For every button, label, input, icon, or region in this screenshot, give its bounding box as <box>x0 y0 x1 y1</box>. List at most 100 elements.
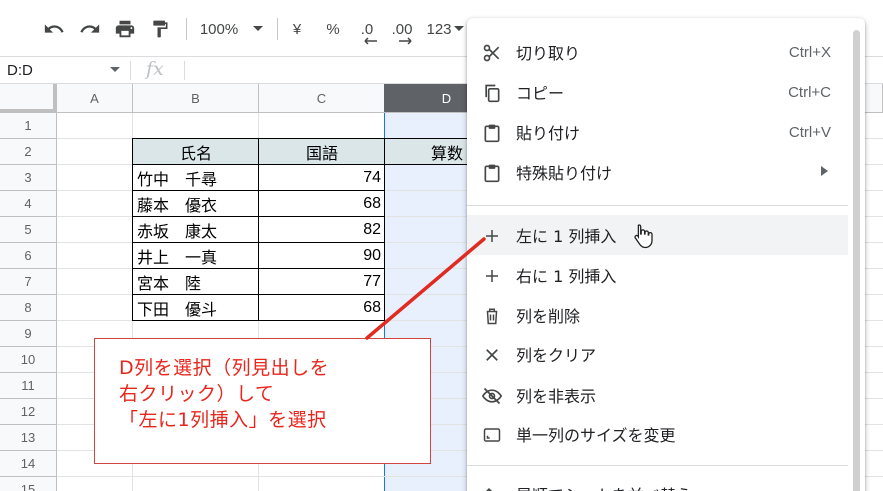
plus-icon <box>481 265 503 287</box>
caret-down-icon <box>110 67 120 72</box>
annotation-callout: D列を選択（列見出しを 右クリック）して 「左に1列挿入」を選択 <box>94 338 431 464</box>
row-header-14[interactable]: 14 <box>0 451 57 477</box>
select-all-corner[interactable] <box>0 84 57 113</box>
menu-item-5[interactable]: 右に 1 列挿入 <box>467 255 848 295</box>
more-formats-button[interactable]: 123 <box>424 14 454 44</box>
row-header-5[interactable]: 5 <box>0 217 57 243</box>
menu-item-label: 左に 1 列挿入 <box>516 227 617 246</box>
context-menu: 切り取り Ctrl+X コピー Ctrl+C 貼り付け Ctrl+V 特殊貼り付け 左に 1 … <box>467 18 865 491</box>
row-header-6[interactable]: 6 <box>0 243 57 269</box>
menu-item-7[interactable]: 列をクリア <box>467 334 848 374</box>
menu-item-2[interactable]: 貼り付け Ctrl+V <box>467 112 848 152</box>
menu-item-1[interactable]: コピー Ctrl+C <box>467 72 848 112</box>
menu-item-label: 昇順でシートを並べ替え <box>516 482 692 491</box>
row-header-4[interactable]: 4 <box>0 191 57 217</box>
scissors-icon <box>481 42 503 64</box>
close-icon <box>481 344 503 366</box>
row-header-7[interactable]: 7 <box>0 269 57 295</box>
menu-item-label: 右に 1 列挿入 <box>516 267 617 286</box>
row-header-8[interactable]: 8 <box>0 295 57 321</box>
table-border <box>132 138 484 139</box>
menu-item-label: 特殊貼り付け <box>516 164 613 183</box>
arrow-left-icon <box>364 37 377 45</box>
name-cell[interactable]: 赤坂 康太 <box>133 217 259 243</box>
increase-decimal-label: .00 <box>391 20 413 38</box>
currency-button[interactable]: ¥ <box>286 14 308 44</box>
column-header-c[interactable]: C <box>259 84 385 113</box>
row-header-2[interactable]: 2 <box>0 139 57 165</box>
menu-item-0[interactable]: 切り取り Ctrl+X <box>467 32 848 72</box>
row-header-10[interactable]: 10 <box>0 347 57 373</box>
table-header-cell[interactable]: 国語 <box>259 139 385 165</box>
score-cell[interactable]: 90 <box>259 243 385 269</box>
table-border <box>132 164 484 165</box>
name-cell[interactable]: 藤本 優衣 <box>133 191 259 217</box>
menu-item-shortcut: Ctrl+C <box>788 83 831 101</box>
percent-button[interactable]: % <box>322 14 344 44</box>
undo-button[interactable] <box>40 14 68 44</box>
row-header-13[interactable]: 13 <box>0 425 57 451</box>
score-cell[interactable]: 82 <box>259 217 385 243</box>
table-border <box>384 138 385 321</box>
row-header-3[interactable]: 3 <box>0 165 57 191</box>
redo-icon <box>80 24 100 33</box>
name-cell[interactable]: 下田 優斗 <box>133 295 259 321</box>
menu-scrollbar[interactable] <box>853 30 860 491</box>
print-button[interactable] <box>111 14 139 44</box>
column-header-b[interactable]: B <box>133 84 259 113</box>
row-header-1[interactable]: 1 <box>0 113 57 139</box>
menu-item-label: 列をクリア <box>516 346 597 365</box>
menu-item-label: 切り取り <box>516 44 581 63</box>
row-header-11[interactable]: 11 <box>0 373 57 399</box>
submenu-arrow-icon <box>821 166 828 176</box>
name-cell[interactable]: 竹中 千尋 <box>133 165 259 191</box>
table-border <box>258 138 259 321</box>
score-cell[interactable]: 68 <box>259 295 385 321</box>
menu-item-shortcut: Ctrl+V <box>788 123 831 141</box>
redo-button[interactable] <box>76 14 104 44</box>
menu-item-shortcut: Ctrl+X <box>788 43 831 61</box>
trash-icon <box>481 305 503 327</box>
menu-item-3[interactable]: 特殊貼り付け <box>467 152 848 192</box>
column-header-a[interactable]: A <box>57 84 133 113</box>
plus-icon <box>481 225 503 247</box>
caret-down-icon <box>253 26 263 31</box>
annotation-line-1: D列を選択（列見出しを <box>119 357 330 379</box>
score-cell[interactable]: 77 <box>259 269 385 295</box>
table-header-cell[interactable]: 氏名 <box>133 139 259 165</box>
arrow-right-icon <box>399 37 412 45</box>
name-box[interactable]: D:D <box>0 57 130 83</box>
menu-item-9[interactable]: 単一列のサイズを変更 <box>467 414 848 454</box>
name-cell[interactable]: 宮本 陸 <box>133 269 259 295</box>
menu-item-label: 列を非表示 <box>516 387 597 406</box>
paint-roller-icon <box>153 20 168 38</box>
paint-format-button[interactable] <box>146 14 174 44</box>
print-icon <box>115 20 135 38</box>
score-cell[interactable]: 74 <box>259 165 385 191</box>
score-cell[interactable]: 68 <box>259 191 385 217</box>
clipboard-icon <box>481 122 503 144</box>
spreadsheet-window: 100% ¥ % .0 .00 123 D:D fx A B C D 1 2 3… <box>0 0 883 491</box>
menu-item-10[interactable]: 昇順でシートを並べ替え <box>467 474 848 491</box>
menu-item-4[interactable]: 左に 1 列挿入 <box>467 215 848 255</box>
menu-item-label: コピー <box>516 84 565 103</box>
resize-icon <box>481 424 503 446</box>
copy-icon <box>481 82 503 104</box>
menu-item-6[interactable]: 列を削除 <box>467 295 848 335</box>
name-cell[interactable]: 井上 一真 <box>133 243 259 269</box>
menu-item-8[interactable]: 列を非表示 <box>467 375 848 415</box>
annotation-line-2: 右クリック）して <box>119 383 275 405</box>
eye-off-icon <box>481 385 503 407</box>
annotation-line-3: 「左に1列挿入」を選択 <box>119 409 327 431</box>
row-header-9[interactable]: 9 <box>0 321 57 347</box>
row-header-15[interactable]: 15 <box>0 477 57 491</box>
menu-separator <box>467 465 848 466</box>
table-border <box>132 138 133 321</box>
menu-item-label: 単一列のサイズを変更 <box>516 426 676 445</box>
menu-item-label: 列を削除 <box>516 307 581 326</box>
caret-down-icon <box>454 26 464 31</box>
undo-icon <box>44 24 64 33</box>
row-header-12[interactable]: 12 <box>0 399 57 425</box>
zoom-dropdown[interactable] <box>246 14 270 44</box>
menu-item-label: 貼り付け <box>516 124 581 143</box>
